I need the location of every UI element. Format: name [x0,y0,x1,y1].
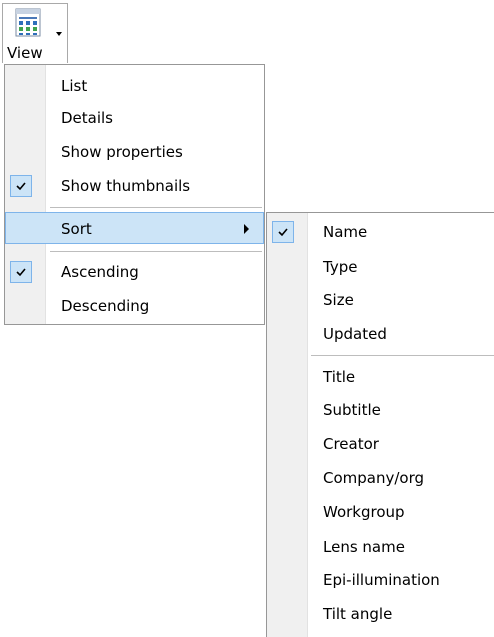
menu-item-label: Company/org [323,469,425,487]
sort-item-size[interactable]: Size [267,284,494,316]
menu-item-details[interactable]: Details [5,102,264,134]
menu-item-label: Show properties [61,143,183,161]
menu-separator [50,251,262,252]
menu-item-label: Size [323,291,354,309]
menu-item-label: Epi-illumination [323,571,440,589]
menu-item-show-thumbnails[interactable]: Show thumbnails [5,170,264,202]
menu-separator [50,207,262,208]
sort-item-workgroup[interactable]: Workgroup [267,496,494,528]
menu-separator [311,355,494,356]
sort-item-tilt-angle[interactable]: Tilt angle [267,598,494,630]
sort-item-updated[interactable]: Updated [267,318,494,350]
menu-item-label: Details [61,109,114,127]
view-grid-icon [15,8,41,37]
menu-item-label: Subtitle [323,401,381,419]
menu-item-label: Sort [61,220,92,238]
view-button-label: View [7,44,43,62]
menu-item-label: Workgroup [323,503,405,521]
menu-item-label: Updated [323,325,387,343]
checkmark-icon [10,261,32,283]
menu-item-label: Creator [323,435,379,453]
menu-item-label: Show thumbnails [61,177,191,195]
menu-item-label: List [61,77,88,95]
sort-item-type[interactable]: Type [267,251,494,283]
sort-item-name[interactable]: Name [267,216,494,248]
menu-item-label: Tilt angle [323,605,393,623]
view-button[interactable]: View [2,3,68,63]
menu-item-label: Lens name [323,538,405,556]
sort-item-creator[interactable]: Creator [267,428,494,460]
sort-item-epi-illumination[interactable]: Epi-illumination [267,564,494,596]
menu-item-label: Type [323,258,358,276]
sort-item-subtitle[interactable]: Subtitle [267,394,494,426]
menu-item-list[interactable]: List [5,70,264,102]
menu-item-label: Ascending [61,263,139,281]
menu-item-label: Title [323,368,356,386]
menu-item-show-properties[interactable]: Show properties [5,136,264,168]
menu-item-ascending[interactable]: Ascending [5,256,264,288]
checkmark-icon [10,175,32,197]
sort-item-lens-name[interactable]: Lens name [267,531,494,563]
submenu-arrow-icon [244,224,249,234]
dropdown-caret-icon [56,32,62,36]
menu-item-label: Descending [61,297,150,315]
menu-item-label: Name [323,223,368,241]
menu-item-sort[interactable]: Sort [5,212,264,244]
sort-submenu: Name Type Size Updated Title Subtitle Cr… [266,212,494,637]
view-menu: List Details Show properties Show thumbn… [4,64,265,325]
sort-item-title[interactable]: Title [267,361,494,393]
sort-item-company-org[interactable]: Company/org [267,462,494,494]
menu-item-descending[interactable]: Descending [5,290,264,322]
checkmark-icon [272,221,294,243]
